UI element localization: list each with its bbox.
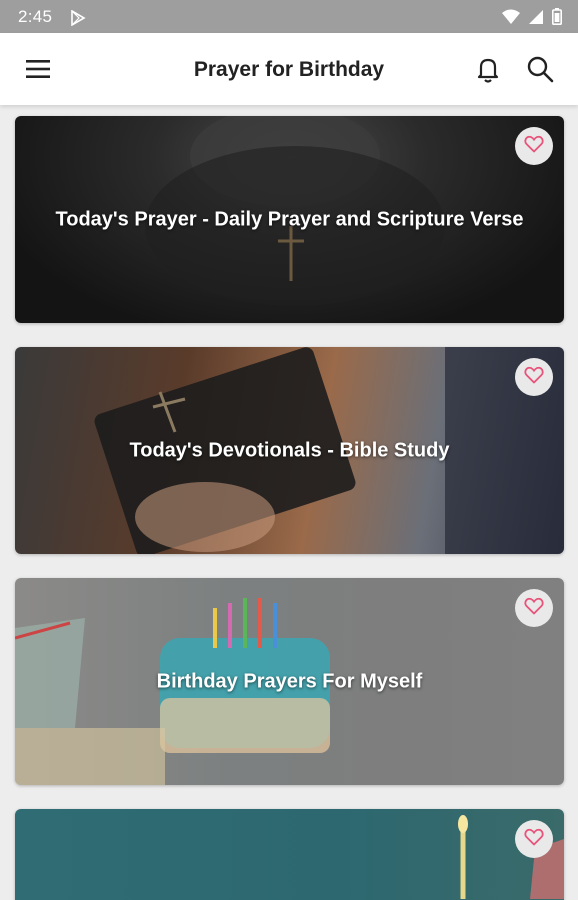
card-todays-devotionals[interactable]: Today's Devotionals - Bible Study: [15, 347, 564, 554]
card-title: Today's Devotionals - Bible Study: [129, 439, 450, 461]
app-bar: Prayer for Birthday: [0, 33, 578, 105]
favorite-button[interactable]: [515, 358, 553, 396]
search-icon[interactable]: [524, 53, 556, 85]
status-time: 2:45: [18, 7, 53, 26]
card-birthday-prayers-for-myself[interactable]: Birthday Prayers For Myself: [15, 578, 564, 785]
heart-icon: [524, 366, 544, 389]
card-background-image: [15, 809, 564, 900]
heart-icon: [524, 135, 544, 158]
bell-icon[interactable]: [472, 53, 504, 85]
status-bar: 2:45: [0, 0, 578, 33]
wifi-icon: [502, 9, 520, 30]
heart-icon: [524, 597, 544, 620]
card-title: Today's Prayer - Daily Prayer and Script…: [55, 208, 524, 230]
favorite-button[interactable]: [515, 127, 553, 165]
card-title: Birthday Prayers For Myself: [156, 670, 423, 692]
signal-icon: [528, 9, 544, 30]
card-todays-prayer[interactable]: Today's Prayer - Daily Prayer and Script…: [15, 116, 564, 323]
favorite-button[interactable]: [515, 589, 553, 627]
card-partial[interactable]: [15, 809, 564, 900]
battery-icon: [552, 8, 562, 30]
heart-icon: [524, 828, 544, 851]
play-store-icon: [70, 9, 86, 31]
favorite-button[interactable]: [515, 820, 553, 858]
